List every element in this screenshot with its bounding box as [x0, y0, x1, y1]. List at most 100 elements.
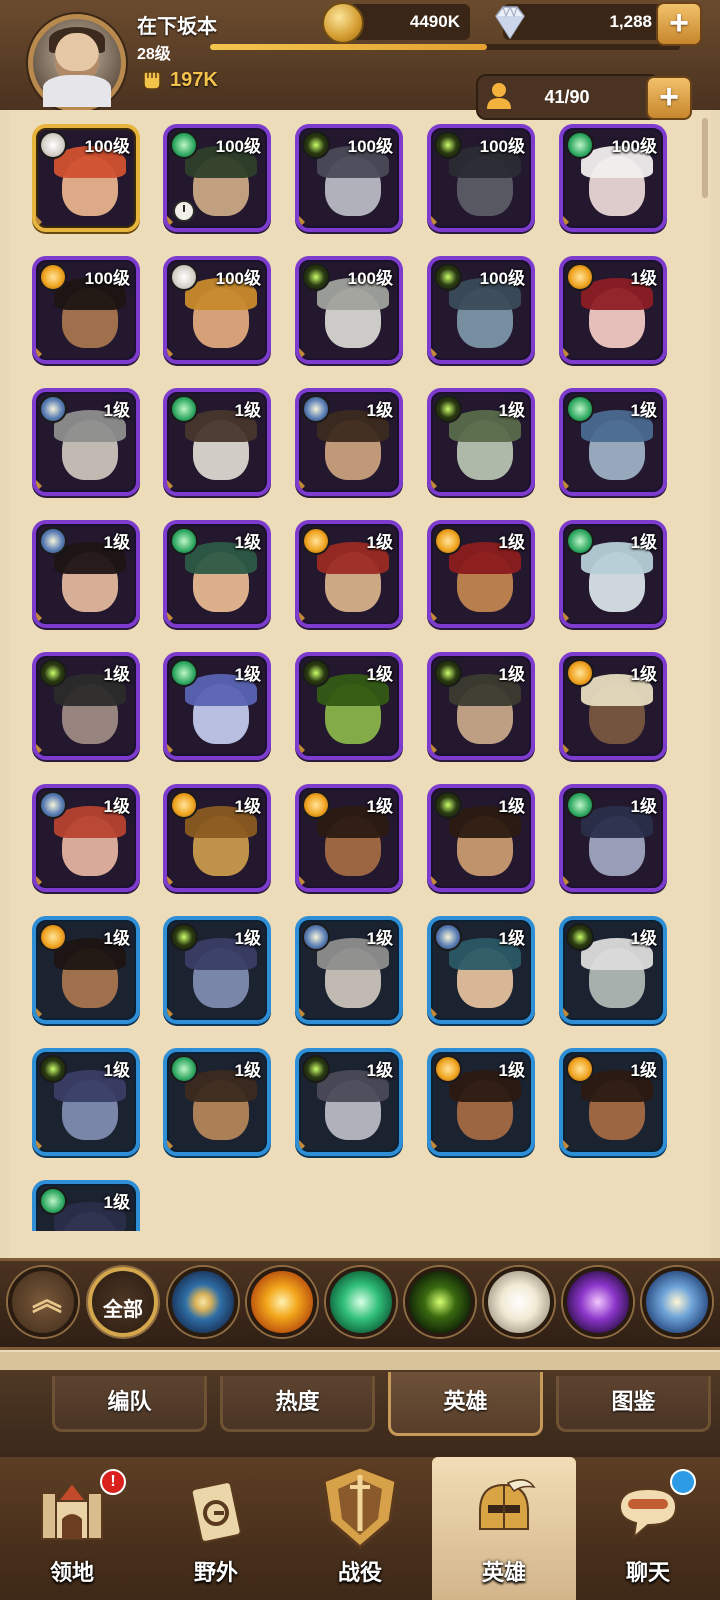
forest-faction-icon [170, 395, 198, 423]
hero-card[interactable]: 1级 [163, 916, 271, 1024]
expand-roster-button[interactable]: + [646, 76, 692, 120]
hero-card[interactable]: 100级 [163, 124, 271, 232]
lightbearer-faction-icon [39, 395, 67, 423]
hero-level: 1级 [498, 533, 525, 552]
hero-level: 1级 [630, 1061, 657, 1080]
hero-level: 1级 [366, 665, 393, 684]
hero-card[interactable]: 1级 [559, 1048, 667, 1156]
hero-card[interactable]: 1级 [427, 916, 535, 1024]
hero-card[interactable]: 1级 [427, 652, 535, 760]
hero-card[interactable]: 100级 [163, 256, 271, 364]
hero-card[interactable]: 1级 [163, 520, 271, 628]
hero-level: 1级 [630, 929, 657, 948]
forest-faction-icon [170, 131, 198, 159]
hero-level: 100级 [215, 137, 261, 156]
hero-card[interactable]: 1级 [32, 388, 140, 496]
lightbearer-faction-icon [302, 395, 330, 423]
hero-card[interactable]: 1级 [559, 784, 667, 892]
hero-card[interactable]: 1级 [559, 388, 667, 496]
filter-hypogean-icon[interactable] [563, 1267, 633, 1337]
hero-grid: 100级 100级 100级 100级 100级 100级 100级 100级 100级 1级 1级… [32, 124, 692, 1231]
hero-card[interactable]: 100级 [559, 124, 667, 232]
hero-card[interactable]: 1级 [163, 652, 271, 760]
hero-level: 100级 [347, 269, 393, 288]
nav-campaign-label: 战役 [337, 1560, 382, 1585]
hero-card[interactable]: 1级 [427, 784, 535, 892]
hero-card[interactable]: 1级 [295, 388, 403, 496]
hero-level: 1级 [234, 1061, 261, 1080]
scrollbar[interactable] [702, 118, 708, 198]
hero-card[interactable]: 1级 [32, 784, 140, 892]
hero-card[interactable]: 1级 [163, 1048, 271, 1156]
nav-wild-label: 野外 [193, 1560, 238, 1585]
combat-power: 197K [140, 68, 218, 92]
hero-card[interactable]: 100级 [427, 124, 535, 232]
forest-faction-icon [39, 1187, 67, 1215]
hero-card[interactable]: 1级 [295, 652, 403, 760]
forest-faction-icon [566, 131, 594, 159]
hero-level: 100级 [84, 137, 130, 156]
hero-card[interactable]: 1级 [295, 916, 403, 1024]
filter-celestial-icon[interactable] [484, 1267, 554, 1337]
hero-card[interactable]: 1级 [559, 652, 667, 760]
hero-card[interactable]: 100级 [32, 256, 140, 364]
buy-diamonds-button[interactable]: + [656, 2, 702, 46]
hero-card[interactable]: 100级 [32, 124, 140, 232]
mauler-faction-icon [302, 527, 330, 555]
hero-card[interactable]: 1级 [163, 388, 271, 496]
hero-card[interactable]: 1级 [32, 652, 140, 760]
hero-roster-panel: 41/90 + 100级 100级 100级 100级 100级 100级 100级 100级… [10, 74, 710, 1355]
hero-card[interactable]: 1级 [427, 1048, 535, 1156]
hero-level: 1级 [103, 665, 130, 684]
hero-card[interactable]: 1级 [32, 916, 140, 1024]
light-faction-icon [39, 131, 67, 159]
filter-wilder-icon[interactable] [326, 1267, 396, 1337]
filter-mauler-icon[interactable] [247, 1267, 317, 1337]
forest-faction-icon [170, 1055, 198, 1083]
tab-heroes[interactable]: 英雄 [388, 1372, 543, 1436]
forest-faction-icon [170, 659, 198, 687]
hero-level: 1级 [366, 533, 393, 552]
hero-card[interactable]: 1级 [427, 388, 535, 496]
hero-card[interactable]: 1级 [559, 520, 667, 628]
grave-faction-icon [434, 263, 462, 291]
hero-card[interactable]: 1级 [295, 784, 403, 892]
hero-card[interactable]: 1级 [32, 1048, 140, 1156]
nav-chat[interactable]: 聊天 [576, 1457, 720, 1600]
filter-lightbearer-icon[interactable] [168, 1267, 238, 1337]
hero-level: 1级 [498, 665, 525, 684]
sub-tabs: 编队 热度 英雄 图鉴 [0, 1352, 720, 1457]
hero-card[interactable]: 1级 [32, 1180, 140, 1231]
tab-formation[interactable]: 编队 [52, 1376, 207, 1432]
hero-card[interactable]: 1级 [427, 520, 535, 628]
grave-faction-icon [302, 131, 330, 159]
filter-all[interactable]: 全部 [88, 1267, 158, 1337]
grave-faction-icon [302, 263, 330, 291]
hero-card[interactable]: 100级 [295, 256, 403, 364]
tab-codex[interactable]: 图鉴 [556, 1376, 711, 1432]
hero-level: 1级 [103, 797, 130, 816]
lightbearer-faction-icon [39, 527, 67, 555]
nav-campaign[interactable]: 战役 [288, 1457, 432, 1600]
hero-card[interactable]: 1级 [295, 520, 403, 628]
collapse-filter-button[interactable]: ︽ [8, 1267, 78, 1337]
player-avatar[interactable] [28, 14, 126, 112]
hero-card[interactable]: 1级 [559, 916, 667, 1024]
hero-card[interactable]: 1级 [559, 256, 667, 364]
hero-card[interactable]: 1级 [32, 520, 140, 628]
grave-faction-icon [302, 659, 330, 687]
hero-card[interactable]: 1级 [295, 1048, 403, 1156]
filter-dimensional-icon[interactable] [642, 1267, 712, 1337]
hero-card[interactable]: 1级 [163, 784, 271, 892]
clock-icon [173, 200, 195, 222]
lightbearer-faction-icon [434, 923, 462, 951]
nav-territory[interactable]: ! 领地 [0, 1457, 144, 1600]
hero-level: 100级 [347, 137, 393, 156]
nav-wild[interactable]: 野外 [144, 1457, 288, 1600]
nav-heroes[interactable]: 英雄 [432, 1457, 576, 1600]
hero-card[interactable]: 100级 [295, 124, 403, 232]
hero-level: 1级 [103, 1061, 130, 1080]
hero-card[interactable]: 100级 [427, 256, 535, 364]
filter-graveborn-icon[interactable] [405, 1267, 475, 1337]
tab-popularity[interactable]: 热度 [220, 1376, 375, 1432]
